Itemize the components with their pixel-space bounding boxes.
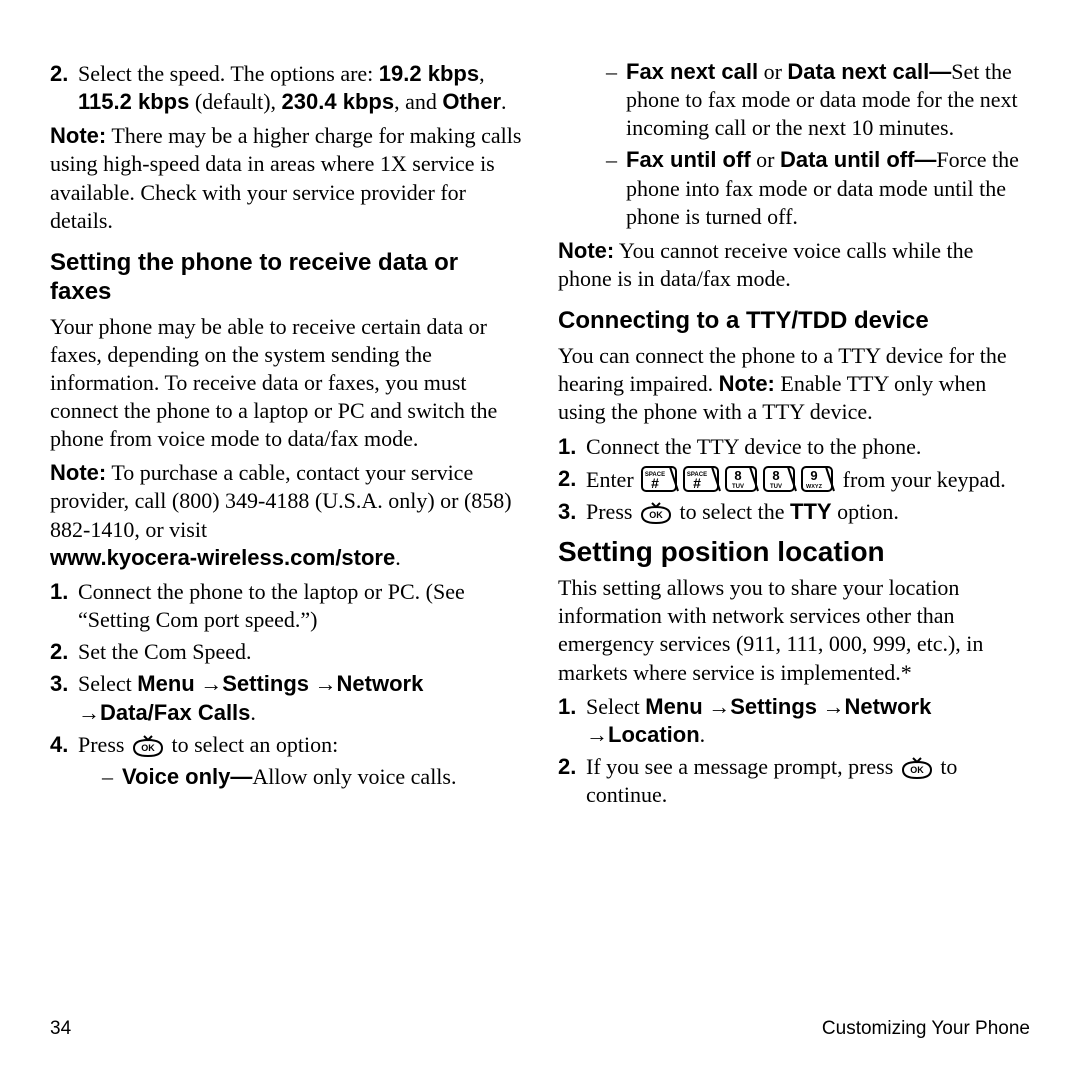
arrow-icon [703, 694, 731, 719]
heading-location: Setting position location [558, 536, 1030, 568]
list-item: 1. Select MenuSettingsNetworkLocation. [558, 693, 1030, 749]
manual-page: 2. Select the speed. The options are: 19… [0, 0, 1080, 1080]
item-body: Select the speed. The options are: 19.2 … [78, 60, 522, 116]
heading-data-fax: Setting the phone to receive data or fax… [50, 249, 522, 307]
list-item: 2. Enter from your keypad. [558, 465, 1030, 494]
arrow-icon [195, 671, 223, 696]
paragraph: This setting allows you to share your lo… [558, 574, 1030, 687]
store-url: www.kyocera-wireless.com/store [50, 545, 395, 570]
item-number: 2. [50, 60, 78, 116]
list-item: 2. Set the Com Speed. [50, 638, 522, 666]
hash-key-icon [640, 465, 680, 493]
right-column: – Fax next call or Data next call—Set th… [558, 54, 1030, 1006]
list-item: 1. Connect the phone to the laptop or PC… [50, 578, 522, 634]
note: Note: To purchase a cable, contact your … [50, 459, 522, 572]
left-column: 2. Select the speed. The options are: 19… [50, 54, 522, 1006]
list-item: 3. Select MenuSettingsNetworkData/Fax Ca… [50, 670, 522, 726]
eight-key-icon [724, 465, 760, 493]
chapter-title: Customizing Your Phone [822, 1018, 1030, 1040]
nine-key-icon [800, 465, 836, 493]
note-label: Note: [558, 238, 614, 263]
list-item: – Fax until off or Data until off—Force … [606, 146, 1030, 230]
note-label: Note: [50, 460, 106, 485]
list-item: 2. If you see a message prompt, press to… [558, 753, 1030, 809]
note: Note: You cannot receive voice calls whi… [558, 237, 1030, 293]
paragraph: Your phone may be able to receive certai… [50, 313, 522, 454]
list-item: 1. Connect the TTY device to the phone. [558, 433, 1030, 461]
arrow-icon [309, 671, 337, 696]
page-number: 34 [50, 1018, 71, 1040]
columns: 2. Select the speed. The options are: 19… [50, 54, 1030, 1006]
ok-key-icon [899, 756, 935, 780]
note-label: Note: [50, 123, 106, 148]
ok-key-icon [638, 501, 674, 525]
key-sequence [639, 467, 837, 492]
list-item: 4. Press to select an option: – Voice on… [50, 731, 522, 795]
list-item: 3. Press to select the TTY option. [558, 498, 1030, 526]
paragraph: You can connect the phone to a TTY devic… [558, 342, 1030, 426]
list-item: – Fax next call or Data next call—Set th… [606, 58, 1030, 142]
list-item: – Voice only—Allow only voice calls. [102, 763, 522, 791]
eight-key-icon [762, 465, 798, 493]
arrow-icon [78, 700, 100, 725]
ok-key-icon [130, 734, 166, 758]
heading-tty: Connecting to a TTY/TDD device [558, 307, 1030, 336]
list-item: 2. Select the speed. The options are: 19… [50, 60, 522, 116]
note: Note: There may be a higher charge for m… [50, 122, 522, 235]
page-footer: 34 Customizing Your Phone [50, 1018, 1030, 1040]
hash-key-icon [682, 465, 722, 493]
arrow-icon [586, 722, 608, 747]
arrow-icon [817, 694, 845, 719]
